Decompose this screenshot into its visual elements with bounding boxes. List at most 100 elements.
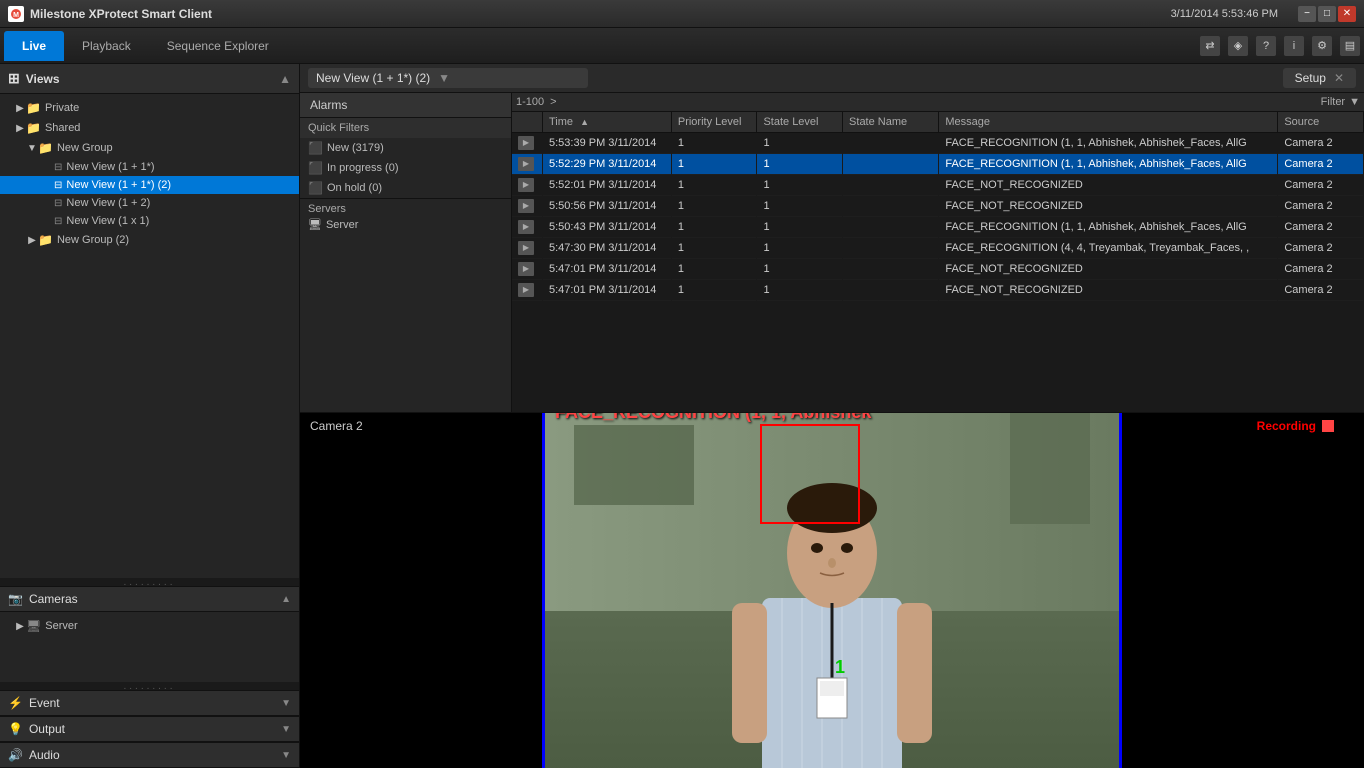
sidebar-item-shared[interactable]: ▶ 📁 Shared <box>0 118 299 138</box>
camera-content: FACE_RECOGNITION (1, 1, Abhishek 1 <box>300 413 1364 768</box>
alarm-row-statename <box>843 133 939 154</box>
sidebar-item-newview4[interactable]: ⊟ New View (1 x 1) <box>0 212 299 230</box>
pagination-arrow[interactable]: > <box>550 96 556 108</box>
output-section-header[interactable]: 💡 Output ▼ <box>0 716 299 742</box>
col-priority[interactable]: Priority Level <box>671 112 757 133</box>
alarm-row-state: 1 <box>757 175 843 196</box>
camera-switch-icon[interactable]: ⇄ <box>1200 36 1220 56</box>
cameras-chevron[interactable]: ▲ <box>281 594 291 605</box>
maximize-button[interactable]: □ <box>1318 6 1336 22</box>
alarms-table-header: 1-100 > Filter ▼ <box>512 93 1364 112</box>
sidebar-item-newgroup[interactable]: ▼ 📁 New Group <box>0 138 299 158</box>
settings-icon[interactable]: ⚙ <box>1312 36 1332 56</box>
view-icon: ⊟ <box>54 198 62 209</box>
audio-section-header[interactable]: 🔊 Audio ▼ <box>0 742 299 768</box>
alarm-row-priority: 1 <box>671 154 757 175</box>
alarm-row-source: Camera 2 <box>1278 238 1364 259</box>
sidebar-divider-2: ......... <box>0 682 299 690</box>
col-source[interactable]: Source <box>1278 112 1364 133</box>
setup-label: Setup <box>1295 71 1326 85</box>
map-icon[interactable]: ◈ <box>1228 36 1248 56</box>
alarm-row-source: Camera 2 <box>1278 154 1364 175</box>
sidebar-item-server[interactable]: ▶ 🖥 Server <box>0 616 299 636</box>
alarm-row-priority: 1 <box>671 175 757 196</box>
alarm-row[interactable]: ▶5:50:56 PM 3/11/201411FACE_NOT_RECOGNIZ… <box>512 196 1364 217</box>
view-dropdown[interactable]: New View (1 + 1*) (2) ▼ <box>308 68 588 88</box>
views-label: Views <box>26 72 60 86</box>
alarm-row-statename <box>843 280 939 301</box>
tab-sequence[interactable]: Sequence Explorer <box>149 31 287 61</box>
titlebar-left: M Milestone XProtect Smart Client <box>8 6 212 22</box>
recording-label: Recording <box>1257 419 1316 433</box>
sidebar: ⊞ Views ▲ ▶ 📁 Private ▶ 📁 Shared <box>0 64 300 768</box>
private-toggle[interactable]: ▶ <box>14 103 26 114</box>
alarm-row-message: FACE_NOT_RECOGNIZED <box>939 280 1278 301</box>
alarm-row[interactable]: ▶5:47:01 PM 3/11/201411FACE_NOT_RECOGNIZ… <box>512 280 1364 301</box>
server-item[interactable]: 🖥 Server <box>308 215 503 234</box>
close-button[interactable]: ✕ <box>1338 6 1356 22</box>
alarm-row[interactable]: ▶5:53:39 PM 3/11/201411FACE_RECOGNITION … <box>512 133 1364 154</box>
filter-inprogress[interactable]: ⬛ In progress (0) <box>300 158 511 178</box>
alarm-row-source: Camera 2 <box>1278 217 1364 238</box>
alarms-table: Time ▲ Priority Level State Level <box>512 112 1364 301</box>
alarm-row[interactable]: ▶5:52:29 PM 3/11/201411FACE_RECOGNITION … <box>512 154 1364 175</box>
shared-toggle[interactable]: ▶ <box>14 123 26 134</box>
alarm-row-state: 1 <box>757 133 843 154</box>
help-icon[interactable]: ? <box>1256 36 1276 56</box>
person-frame: FACE_RECOGNITION (1, 1, Abhishek 1 <box>542 413 1122 768</box>
event-section-header[interactable]: ⚡ Event ▼ <box>0 690 299 716</box>
col-statename[interactable]: State Name <box>843 112 939 133</box>
newview3-label: New View (1 + 2) <box>66 197 150 209</box>
alarm-row-time: 5:47:30 PM 3/11/2014 <box>542 238 671 259</box>
view-dropdown-arrow: ▼ <box>438 71 450 85</box>
col-time[interactable]: Time ▲ <box>542 112 671 133</box>
alarm-row-source: Camera 2 <box>1278 259 1364 280</box>
server-item-label: Server <box>326 219 358 231</box>
setup-button[interactable]: Setup ✕ <box>1283 68 1356 88</box>
tab-playback[interactable]: Playback <box>64 31 149 61</box>
sidebar-item-newview3[interactable]: ⊟ New View (1 + 2) <box>0 194 299 212</box>
alarm-row-img: ▶ <box>512 175 542 196</box>
filter-dropdown-icon: ▼ <box>1349 96 1360 108</box>
col-state[interactable]: State Level <box>757 112 843 133</box>
folder-icon: 📁 <box>38 233 53 247</box>
alarms-table-scroll[interactable]: Time ▲ Priority Level State Level <box>512 112 1364 412</box>
server-icon: 🖥 <box>26 619 41 633</box>
newgroup2-toggle[interactable]: ▶ <box>26 235 38 246</box>
alarm-row[interactable]: ▶5:52:01 PM 3/11/201411FACE_NOT_RECOGNIZ… <box>512 175 1364 196</box>
alarm-row[interactable]: ▶5:47:30 PM 3/11/201411FACE_RECOGNITION … <box>512 238 1364 259</box>
output-chevron[interactable]: ▼ <box>281 724 291 735</box>
event-chevron[interactable]: ▼ <box>281 698 291 709</box>
newgroup-toggle[interactable]: ▼ <box>26 143 38 154</box>
sidebar-item-newgroup2[interactable]: ▶ 📁 New Group (2) <box>0 230 299 250</box>
alarm-row[interactable]: ▶5:47:01 PM 3/11/201411FACE_NOT_RECOGNIZ… <box>512 259 1364 280</box>
tab-live[interactable]: Live <box>4 31 64 61</box>
user-icon[interactable]: ▤ <box>1340 36 1360 56</box>
cameras-section-header[interactable]: 📷 Cameras ▲ <box>0 586 299 612</box>
col-message[interactable]: Message <box>939 112 1278 133</box>
camera-label: Camera 2 <box>310 419 363 433</box>
cameras-icon: 📷 <box>8 592 23 606</box>
filter-button[interactable]: Filter ▼ <box>1321 96 1360 108</box>
filter-onhold[interactable]: ⬛ On hold (0) <box>300 178 511 198</box>
titlebar-right: 3/11/2014 5:53:46 PM − □ ✕ <box>1171 6 1356 22</box>
sidebar-item-newview2[interactable]: ⊟ New View (1 + 1*) (2) <box>0 176 299 194</box>
views-header[interactable]: ⊞ Views ▲ <box>0 64 299 94</box>
col-img[interactable] <box>512 112 542 133</box>
alarm-row[interactable]: ▶5:50:43 PM 3/11/201411FACE_RECOGNITION … <box>512 217 1364 238</box>
filter-new[interactable]: ⬛ New (3179) <box>300 138 511 158</box>
alarms-bottom: Alarms Quick Filters ⬛ New (3179) ⬛ In p… <box>300 93 1364 412</box>
alarm-row-img: ▶ <box>512 280 542 301</box>
views-collapse-icon[interactable]: ▲ <box>279 72 291 86</box>
filter-new-label: New (3179) <box>327 142 384 154</box>
app-logo: M <box>8 6 24 22</box>
alarm-row-message: FACE_NOT_RECOGNIZED <box>939 175 1278 196</box>
server-toggle[interactable]: ▶ <box>14 621 26 632</box>
view-icon: ⊟ <box>54 162 62 173</box>
sidebar-item-newview1[interactable]: ⊟ New View (1 + 1*) <box>0 158 299 176</box>
setup-close-icon: ✕ <box>1334 71 1344 85</box>
minimize-button[interactable]: − <box>1298 6 1316 22</box>
info-icon[interactable]: i <box>1284 36 1304 56</box>
audio-chevron[interactable]: ▼ <box>281 750 291 761</box>
sidebar-item-private[interactable]: ▶ 📁 Private <box>0 98 299 118</box>
